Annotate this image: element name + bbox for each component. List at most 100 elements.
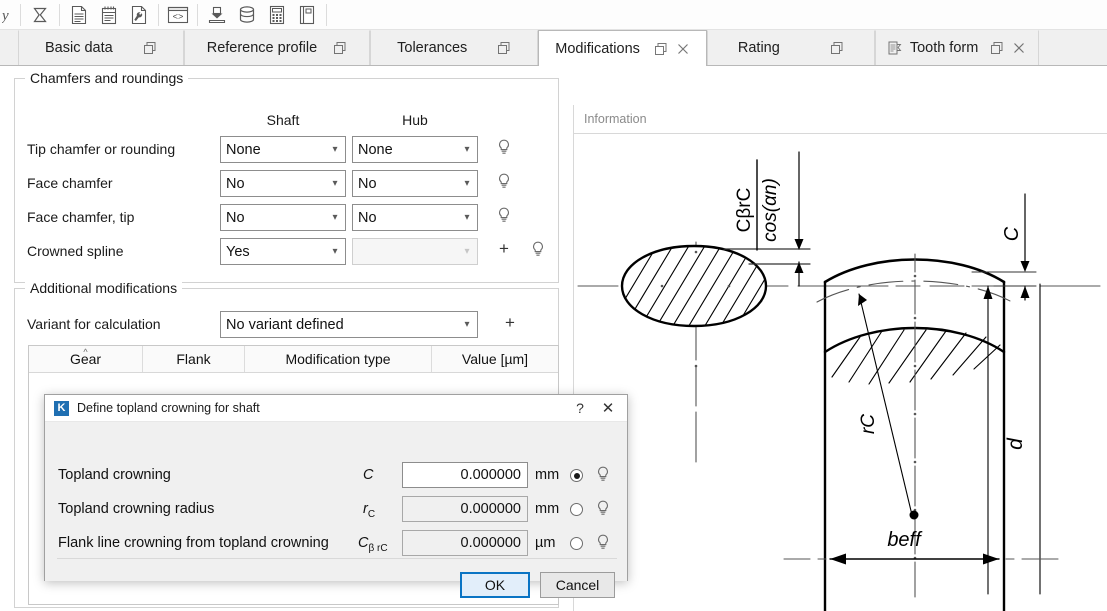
chevron-down-icon: ▾	[464, 212, 470, 223]
tab-modifications[interactable]: Modifications	[538, 30, 707, 66]
table-header-value[interactable]: Value [µm]	[432, 346, 558, 372]
combo-value: No	[358, 175, 377, 192]
additional-groupbox-title: Additional modifications	[25, 280, 183, 296]
partial-icon[interactable]: y	[0, 1, 16, 29]
tab-bar: Basic data Reference profile Tolerances …	[0, 30, 1107, 66]
diagram-label-crowning-numerator: CβrC	[734, 188, 755, 233]
input-topland-crowning[interactable]: 0.000000	[402, 462, 528, 488]
combo-face-chamfer-hub[interactable]: No ▾	[352, 170, 478, 197]
dialog-title-bar[interactable]: K Define topland crowning for shaft ? ✕	[45, 395, 627, 422]
restore-icon[interactable]	[333, 41, 347, 55]
help-bulb-icon[interactable]	[596, 500, 610, 518]
database-icon[interactable]	[232, 1, 262, 29]
combo-face-chamfer-tip-shaft[interactable]: No ▾	[220, 204, 346, 231]
column-header-hub: Hub	[402, 112, 428, 128]
tab-rating[interactable]: Rating	[706, 30, 875, 65]
table-header-gear[interactable]: ^ Gear	[29, 346, 143, 372]
unit-topland-crowning: mm	[535, 467, 560, 483]
table-header-label: Value [µm]	[461, 351, 529, 367]
application-window: y <> Basic data Reference profile Tolera…	[0, 0, 1107, 611]
radio-topland-crowning[interactable]	[570, 469, 583, 482]
combo-value: None	[358, 141, 393, 158]
combo-crowned-spline-shaft[interactable]: Yes ▾	[220, 238, 346, 265]
ok-button[interactable]: OK	[460, 572, 530, 598]
symbol-subscript: C	[367, 508, 376, 520]
label-topland-crowning-radius: Topland crowning radius	[58, 501, 215, 517]
label-topland-crowning: Topland crowning	[58, 467, 171, 483]
add-variant-button[interactable]: +	[502, 314, 518, 331]
label-tip-chamfer-or-rounding: Tip chamfer or rounding	[27, 141, 176, 157]
input-value: 0.000000	[460, 535, 521, 551]
tab-basic-data[interactable]: Basic data	[18, 30, 184, 65]
tab-close-icon[interactable]	[676, 42, 690, 56]
combo-crowned-spline-hub: ▾	[352, 238, 478, 265]
restore-icon[interactable]	[497, 41, 511, 55]
toolbar-separator	[59, 3, 60, 26]
combo-tip-chamfer-shaft[interactable]: None ▾	[220, 136, 346, 163]
table-header-flank[interactable]: Flank	[143, 346, 245, 372]
tab-label: Modifications	[555, 40, 640, 57]
kisssoft-logo-icon: K	[54, 400, 69, 416]
tab-label: Tolerances	[397, 40, 468, 56]
tab-reference-profile[interactable]: Reference profile	[183, 30, 371, 65]
combo-tip-chamfer-hub[interactable]: None ▾	[352, 136, 478, 163]
table-header-label: Flank	[176, 351, 211, 367]
help-button[interactable]: ?	[567, 400, 593, 416]
input-flank-line-crowning[interactable]: 0.000000	[402, 530, 528, 556]
diagram-label-d: d	[1004, 437, 1027, 450]
combo-face-chamfer-tip-hub[interactable]: No ▾	[352, 204, 478, 231]
topland-crowning-diagram: CβrC cos(αn) C rC d beff	[574, 134, 1107, 611]
combo-value: No	[358, 209, 377, 226]
combo-variant-for-calculation[interactable]: No variant defined ▾	[220, 311, 478, 338]
dialog-separator	[57, 558, 617, 559]
table-header-row: ^ Gear Flank Modification type Value [µm…	[29, 346, 558, 373]
input-value: 0.000000	[460, 467, 521, 483]
help-bulb-icon[interactable]	[596, 534, 610, 552]
add-crowned-spline-button[interactable]: +	[496, 240, 512, 257]
tab-label: Tooth form	[909, 40, 979, 56]
help-bulb-icon[interactable]	[531, 241, 545, 259]
input-value: 0.000000	[460, 501, 521, 517]
tab-label: Basic data	[45, 40, 113, 56]
diagram-svg: CβrC cos(αn) C rC d beff	[577, 151, 1101, 611]
tooth-form-icon	[888, 41, 902, 55]
tab-label: Rating	[737, 40, 780, 56]
notepad-icon[interactable]	[94, 1, 124, 29]
tab-close-icon[interactable]	[1012, 41, 1026, 55]
restore-icon[interactable]	[654, 42, 668, 56]
calculator-icon[interactable]	[262, 1, 292, 29]
table-header-modification-type[interactable]: Modification type	[245, 346, 432, 372]
restore-icon[interactable]	[990, 41, 1004, 55]
label-face-chamfer-tip: Face chamfer, tip	[27, 209, 135, 225]
help-bulb-icon[interactable]	[497, 207, 511, 225]
close-icon[interactable]: ✕	[593, 399, 623, 417]
input-topland-crowning-radius[interactable]: 0.000000	[402, 496, 528, 522]
cancel-button[interactable]: Cancel	[540, 572, 615, 598]
combo-face-chamfer-shaft[interactable]: No ▾	[220, 170, 346, 197]
help-bulb-icon[interactable]	[596, 466, 610, 484]
toolbar-separator	[326, 3, 327, 26]
combo-value: No variant defined	[226, 316, 344, 333]
topland-crowning-dialog: K Define topland crowning for shaft ? ✕ …	[44, 394, 628, 598]
symbol-topland-crowning: C	[363, 467, 373, 483]
symbol-base: C	[358, 535, 369, 551]
restore-icon[interactable]	[143, 41, 157, 55]
toolbar-separator	[197, 3, 198, 26]
report-icon[interactable]	[64, 1, 94, 29]
manual-icon[interactable]	[292, 1, 322, 29]
chevron-down-icon: ▾	[464, 246, 470, 257]
svg-text:y: y	[2, 8, 9, 24]
main-toolbar: y <>	[0, 0, 1107, 30]
chevron-down-icon: ▾	[332, 212, 338, 223]
help-bulb-icon[interactable]	[497, 173, 511, 191]
restore-icon[interactable]	[830, 41, 844, 55]
tab-tooth-form[interactable]: Tooth form	[874, 30, 1040, 65]
tab-tolerances[interactable]: Tolerances	[370, 30, 539, 65]
settings-document-icon[interactable]	[124, 1, 154, 29]
help-bulb-icon[interactable]	[497, 139, 511, 157]
sum-icon[interactable]	[25, 1, 55, 29]
radio-flank-line-crowning[interactable]	[570, 537, 583, 550]
code-icon[interactable]: <>	[163, 1, 193, 29]
radio-topland-crowning-radius[interactable]	[570, 503, 583, 516]
import-icon[interactable]	[202, 1, 232, 29]
